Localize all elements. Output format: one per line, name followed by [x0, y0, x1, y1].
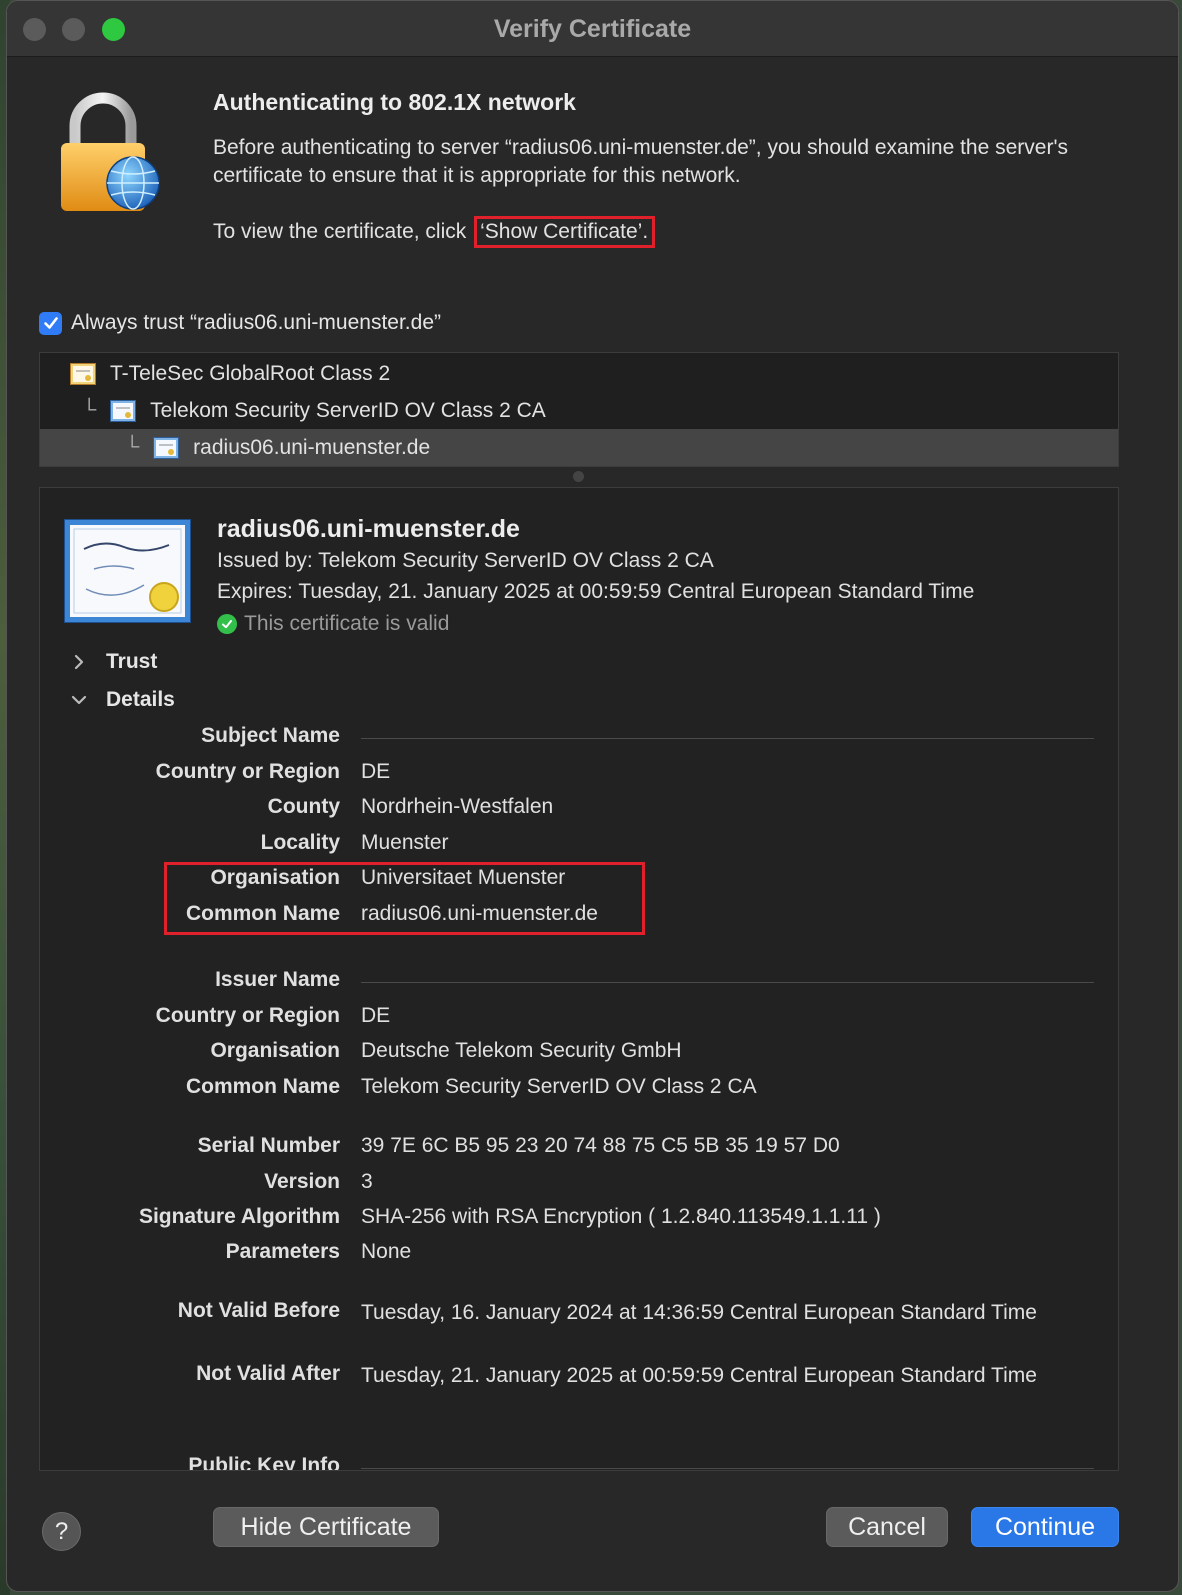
detail-row: Common Name Telekom Security ServerID OV…: [40, 1075, 1118, 1105]
certificate-issued-by: Issued by: Telekom Security ServerID OV …: [217, 549, 714, 572]
always-trust-checkbox[interactable]: [39, 311, 62, 335]
trust-label: Trust: [106, 650, 158, 673]
tree-connector-icon: └: [125, 436, 140, 458]
detail-value: DE: [361, 760, 391, 783]
detail-key: Common Name: [185, 1075, 340, 1098]
valid-check-icon: [217, 614, 237, 634]
certificate-chain-list[interactable]: T-TeleSec GlobalRoot Class 2 └ Telekom S…: [39, 352, 1119, 467]
detail-row: Signature Algorithm SHA-256 with RSA Enc…: [40, 1205, 1118, 1235]
detail-key: Serial Number: [197, 1134, 340, 1157]
always-trust-row[interactable]: Always trust “radius06.uni-muenster.de”: [39, 311, 441, 335]
chain-item-label: Telekom Security ServerID OV Class 2 CA: [150, 398, 546, 422]
detail-key: Not Valid After: [196, 1362, 340, 1385]
detail-key: Locality: [260, 831, 340, 854]
cancel-button[interactable]: Cancel: [826, 1507, 948, 1547]
section-label: Subject Name: [201, 724, 340, 747]
detail-row: Locality Muenster: [40, 831, 1118, 861]
titlebar: Verify Certificate: [7, 1, 1178, 57]
status-text: This certificate is valid: [244, 612, 450, 635]
detail-row: County Nordrhein-Westfalen: [40, 795, 1118, 825]
detail-key: Not Valid Before: [177, 1299, 340, 1322]
detail-row: Not Valid Before Tuesday, 16. January 20…: [40, 1299, 1118, 1359]
certificate-icon: [153, 436, 180, 459]
certificate-icon: [110, 399, 137, 422]
section-label: Public Key Info: [188, 1454, 340, 1471]
view-hint-text: To view the certificate, click: [213, 220, 467, 243]
detail-row: Not Valid After Tuesday, 21. January 202…: [40, 1362, 1118, 1422]
chain-item-leaf[interactable]: └ radius06.uni-muenster.de: [40, 429, 1118, 466]
detail-row: Country or Region DE: [40, 760, 1118, 790]
section-divider: [361, 738, 1094, 739]
certificate-common-name: radius06.uni-muenster.de: [217, 515, 520, 543]
section-divider: [361, 982, 1094, 983]
help-button[interactable]: ?: [42, 1512, 81, 1551]
dialog-message: Before authenticating to server “radius0…: [213, 136, 1068, 187]
detail-value: Nordrhein-Westfalen: [361, 795, 554, 818]
detail-key: Organisation: [210, 1039, 340, 1062]
detail-key: Country or Region: [155, 1004, 340, 1027]
lock-icon: [61, 92, 160, 211]
detail-value: Telekom Security ServerID OV Class 2 CA: [361, 1075, 757, 1098]
tree-connector-icon: └: [82, 399, 97, 421]
chevron-down-icon: [71, 695, 87, 705]
chain-item-label: T-TeleSec GlobalRoot Class 2: [110, 361, 391, 385]
chain-item-label: radius06.uni-muenster.de: [193, 435, 431, 459]
checkmark-icon: [43, 317, 58, 329]
detail-row: Country or Region DE: [40, 1004, 1118, 1034]
issuer-name-section: Issuer Name: [40, 968, 1118, 998]
detail-key: County: [267, 795, 340, 818]
chevron-right-icon: [74, 654, 84, 670]
hide-certificate-button[interactable]: Hide Certificate: [213, 1507, 439, 1547]
detail-value: Muenster: [361, 831, 449, 854]
detail-value: 39 7E 6C B5 95 23 20 74 88 75 C5 5B 35 1…: [361, 1134, 840, 1157]
trust-disclosure[interactable]: Trust: [68, 650, 157, 674]
detail-value: Tuesday, 21. January 2025 at 00:59:59 Ce…: [361, 1364, 1037, 1387]
view-certificate-hint: To view the certificate, click ‘Show Cer…: [213, 216, 656, 248]
certificate-standard-icon: [64, 519, 191, 623]
detail-row: Parameters None: [40, 1240, 1118, 1270]
detail-value: Tuesday, 16. January 2024 at 14:36:59 Ce…: [361, 1301, 1037, 1324]
detail-row: Organisation Deutsche Telekom Security G…: [40, 1039, 1118, 1069]
detail-key: Country or Region: [155, 760, 340, 783]
chain-item-intermediate[interactable]: └ Telekom Security ServerID OV Class 2 C…: [40, 392, 1118, 429]
split-view-handle[interactable]: [573, 471, 584, 482]
subject-name-section: Subject Name: [40, 724, 1118, 754]
detail-value: None: [361, 1240, 412, 1263]
certificate-status: This certificate is valid: [217, 612, 449, 636]
detail-row: Version 3: [40, 1170, 1118, 1200]
window-title: Verify Certificate: [493, 15, 692, 43]
public-key-info-section: Public Key Info: [40, 1454, 1118, 1471]
organisation-highlight-box: [164, 862, 645, 935]
continue-button[interactable]: Continue: [971, 1507, 1119, 1547]
detail-value: Deutsche Telekom Security GmbH: [361, 1039, 682, 1062]
certificate-details-panel[interactable]: radius06.uni-muenster.de Issued by: Tele…: [39, 487, 1119, 1471]
certificate-expires: Expires: Tuesday, 21. January 2025 at 00…: [217, 580, 975, 603]
certificate-icon: [70, 362, 96, 385]
detail-key: Signature Algorithm: [138, 1205, 340, 1228]
dialog-heading: Authenticating to 802.1X network: [213, 89, 576, 115]
detail-value: SHA-256 with RSA Encryption ( 1.2.840.11…: [361, 1205, 881, 1228]
detail-row: Serial Number 39 7E 6C B5 95 23 20 74 88…: [40, 1134, 1118, 1164]
details-disclosure[interactable]: Details: [68, 688, 175, 712]
section-label: Issuer Name: [215, 968, 340, 991]
chain-item-root[interactable]: T-TeleSec GlobalRoot Class 2: [40, 355, 1118, 392]
detail-key: Version: [264, 1170, 340, 1193]
section-divider: [361, 1468, 1094, 1469]
show-certificate-highlight: ‘Show Certificate’.: [474, 216, 656, 248]
detail-value: 3: [361, 1170, 373, 1193]
details-label: Details: [106, 688, 175, 711]
always-trust-label: Always trust “radius06.uni-muenster.de”: [71, 311, 441, 334]
verify-certificate-window: Verify Certificate Authenticating to 802…: [6, 0, 1179, 1592]
detail-key: Parameters: [225, 1240, 340, 1263]
detail-value: DE: [361, 1004, 391, 1027]
